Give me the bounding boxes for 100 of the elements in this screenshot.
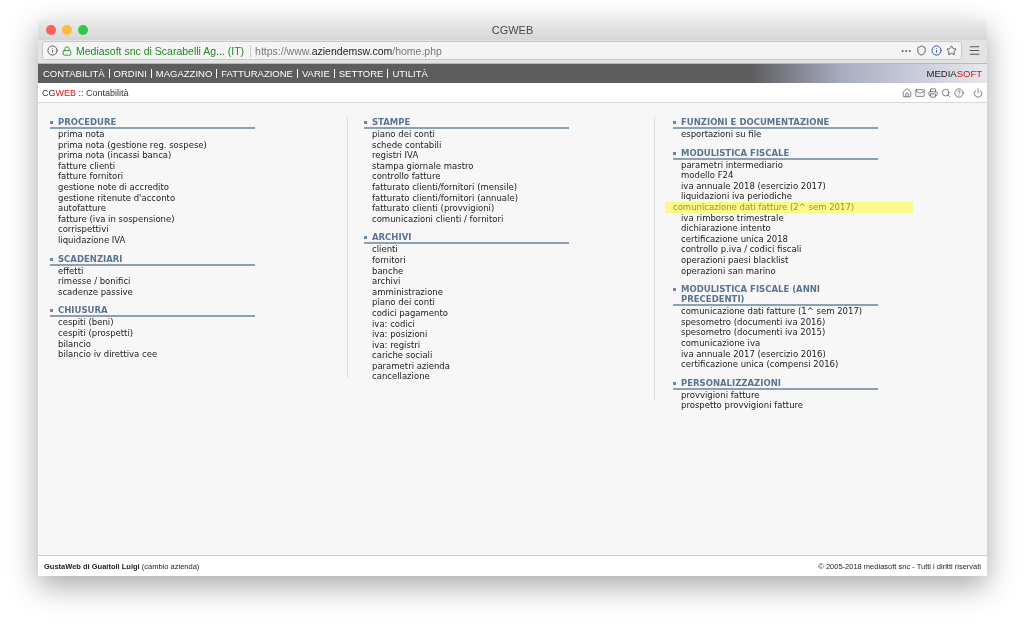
menu-link[interactable]: iva annuale 2017 (esercizio 2016) <box>673 348 987 360</box>
menu-item[interactable]: UTILITÀ <box>392 68 428 79</box>
menu-item[interactable]: ORDINI <box>113 68 147 79</box>
menu-link[interactable]: comunicazioni clienti / fornitori <box>364 213 654 225</box>
star-icon[interactable] <box>946 45 957 56</box>
menu-link[interactable]: stampa giornale mastro <box>364 160 654 172</box>
menu-link[interactable]: iva annuale 2018 (esercizio 2017) <box>673 180 987 192</box>
menu-link[interactable]: piano dei conti <box>364 297 654 308</box>
window-title: CGWEB <box>490 24 535 36</box>
menu-link[interactable]: operazioni san marino <box>673 265 987 277</box>
menu-link[interactable]: operazioni paesi blacklist <box>673 254 987 266</box>
bullet-icon <box>50 309 53 313</box>
menu-link[interactable]: registri IVA <box>364 150 654 161</box>
section-heading: FUNZIONI E DOCUMENTAZIONE <box>681 117 830 127</box>
address-field[interactable]: Mediasoft snc di Scarabelli Ag... (IT) https://www.aziendemsw.com/home.php <box>42 41 962 60</box>
menu-link[interactable]: fatture (iva in sospensione) <box>50 213 347 225</box>
menu-link[interactable]: iva: codici <box>364 318 654 330</box>
search-icon[interactable] <box>941 87 951 98</box>
url-text: https://www.aziendemsw.com/home.php <box>255 44 442 57</box>
menu-link[interactable]: comunicazione iva <box>673 337 987 349</box>
lock-icon <box>62 45 72 56</box>
menu-link[interactable]: certificazione unica 2018 <box>673 233 987 245</box>
menu-link[interactable]: bilancio iv direttiva cee <box>50 349 347 360</box>
menu-link[interactable]: controllo fatture <box>364 171 654 182</box>
menu-link[interactable]: iva: posizioni <box>364 329 654 340</box>
power-icon[interactable] <box>973 87 983 98</box>
shield-icon[interactable] <box>916 45 927 56</box>
home-icon[interactable] <box>902 87 912 98</box>
menu-link[interactable]: schede contabili <box>364 139 654 151</box>
printer-icon[interactable] <box>928 87 938 98</box>
menu-link[interactable]: fatture fornitori <box>50 171 347 182</box>
info-icon[interactable] <box>47 45 58 56</box>
menu-link[interactable]: iva rimborso trimestrale <box>673 212 987 224</box>
menu-link[interactable]: prima nota <box>50 129 347 140</box>
menu-link[interactable]: bilancio <box>50 338 347 350</box>
bullet-icon <box>364 121 367 124</box>
menu-link[interactable]: cespiti (beni) <box>50 317 347 328</box>
menu-icon[interactable] <box>968 44 981 57</box>
menu-link[interactable]: spesometro (documenti iva 2015) <box>673 327 987 338</box>
menu-link[interactable]: dichiarazione intento <box>673 223 987 234</box>
menu-link[interactable]: prima nota (gestione reg. sospese) <box>50 139 347 151</box>
close-button[interactable] <box>46 25 56 35</box>
site-identity: Mediasoft snc di Scarabelli Ag... (IT) <box>76 44 252 57</box>
menu-link[interactable]: iva: registri <box>364 339 654 351</box>
section-heading: ARCHIVI <box>372 232 412 243</box>
mail-icon[interactable] <box>915 87 925 98</box>
menu-link[interactable]: archivi <box>364 276 654 287</box>
menu-link[interactable]: prospetto provvigioni fatture <box>673 400 987 411</box>
bullet-icon <box>50 121 53 124</box>
menu-link[interactable]: cariche sociali <box>364 350 654 361</box>
menu-link[interactable]: piano dei conti <box>364 129 654 140</box>
menu-link[interactable]: parametri azienda <box>364 360 654 372</box>
bullet-icon <box>364 236 367 240</box>
menu-link[interactable]: clienti <box>364 244 654 255</box>
menu-link[interactable]: spesometro (documenti iva 2016) <box>673 316 987 328</box>
menu-link[interactable]: autofatture <box>50 203 347 214</box>
bullet-icon <box>673 288 676 292</box>
menu-link[interactable]: liquidazione IVA <box>50 234 347 246</box>
menu-link[interactable]: gestione note di accredito <box>50 181 347 193</box>
menu-link[interactable]: esportazioni su file <box>673 129 987 140</box>
help-icon[interactable] <box>954 87 964 98</box>
bullet-icon <box>673 121 676 124</box>
menu-link[interactable]: provvigioni fatture <box>673 389 987 401</box>
menu-link[interactable]: corrispettivi <box>50 224 347 235</box>
menu-item[interactable]: SETTORE <box>338 68 384 79</box>
section-heading: CHIUSURA <box>58 305 108 316</box>
menu-link[interactable]: fornitori <box>364 254 654 266</box>
menu-link[interactable]: fatturato clienti/fornitori (annuale) <box>364 192 654 204</box>
section-heading: MODULISTICA FISCALE (ANNI PRECEDENTI) <box>681 284 822 305</box>
menu-link[interactable]: fatturato clienti (provvigioni) <box>364 203 654 214</box>
bullet-icon <box>673 151 676 155</box>
brand-logo: MEDIASOFT <box>926 68 982 79</box>
menu-link[interactable]: liquidazioni iva periodiche <box>673 191 987 202</box>
menu-item[interactable]: MAGAZZINO <box>155 68 213 79</box>
info-icon[interactable] <box>931 45 942 56</box>
menu-link[interactable]: amministrazione <box>364 286 654 298</box>
bullet-icon <box>50 257 53 261</box>
menu-link[interactable]: banche <box>364 265 654 277</box>
menu-link[interactable]: fatturato clienti/fornitori (mensile) <box>364 181 654 193</box>
menu-link[interactable]: scadenze passive <box>50 286 347 298</box>
menu-item[interactable]: FATTURAZIONE <box>221 68 293 79</box>
section-heading: PROCEDURE <box>58 117 117 127</box>
menu-link[interactable]: certificazione unica (compensi 2016) <box>673 359 987 370</box>
menu-item[interactable]: VARIE <box>301 68 330 79</box>
bullet-icon <box>673 381 676 385</box>
menu-link[interactable]: fatture clienti <box>50 160 347 172</box>
section-heading: MODULISTICA FISCALE <box>681 147 790 158</box>
menu-link[interactable]: prima nota (incassi banca) <box>50 150 347 161</box>
menu-link[interactable]: comunicazione dati fatture (1^ sem 2017) <box>673 306 987 317</box>
menu-link[interactable]: effetti <box>50 265 347 277</box>
menu-link[interactable]: codici pagamento <box>364 307 654 319</box>
section-heading: STAMPE <box>372 117 411 127</box>
menu-link[interactable]: rimesse / bonifici <box>50 276 347 287</box>
menu-link[interactable]: gestione ritenute d'acconto <box>50 192 347 204</box>
menu-link[interactable]: parametri intermediario <box>673 159 987 171</box>
menu-link[interactable]: cespiti (prospetti) <box>50 327 347 339</box>
menu-link[interactable]: modello F24 <box>673 170 987 181</box>
menu-link[interactable]: cancellazione <box>364 371 654 383</box>
menu-link[interactable]: controllo p.iva / codici fiscali <box>673 244 987 255</box>
menu-item[interactable]: CONTABILITÀ <box>43 68 105 79</box>
